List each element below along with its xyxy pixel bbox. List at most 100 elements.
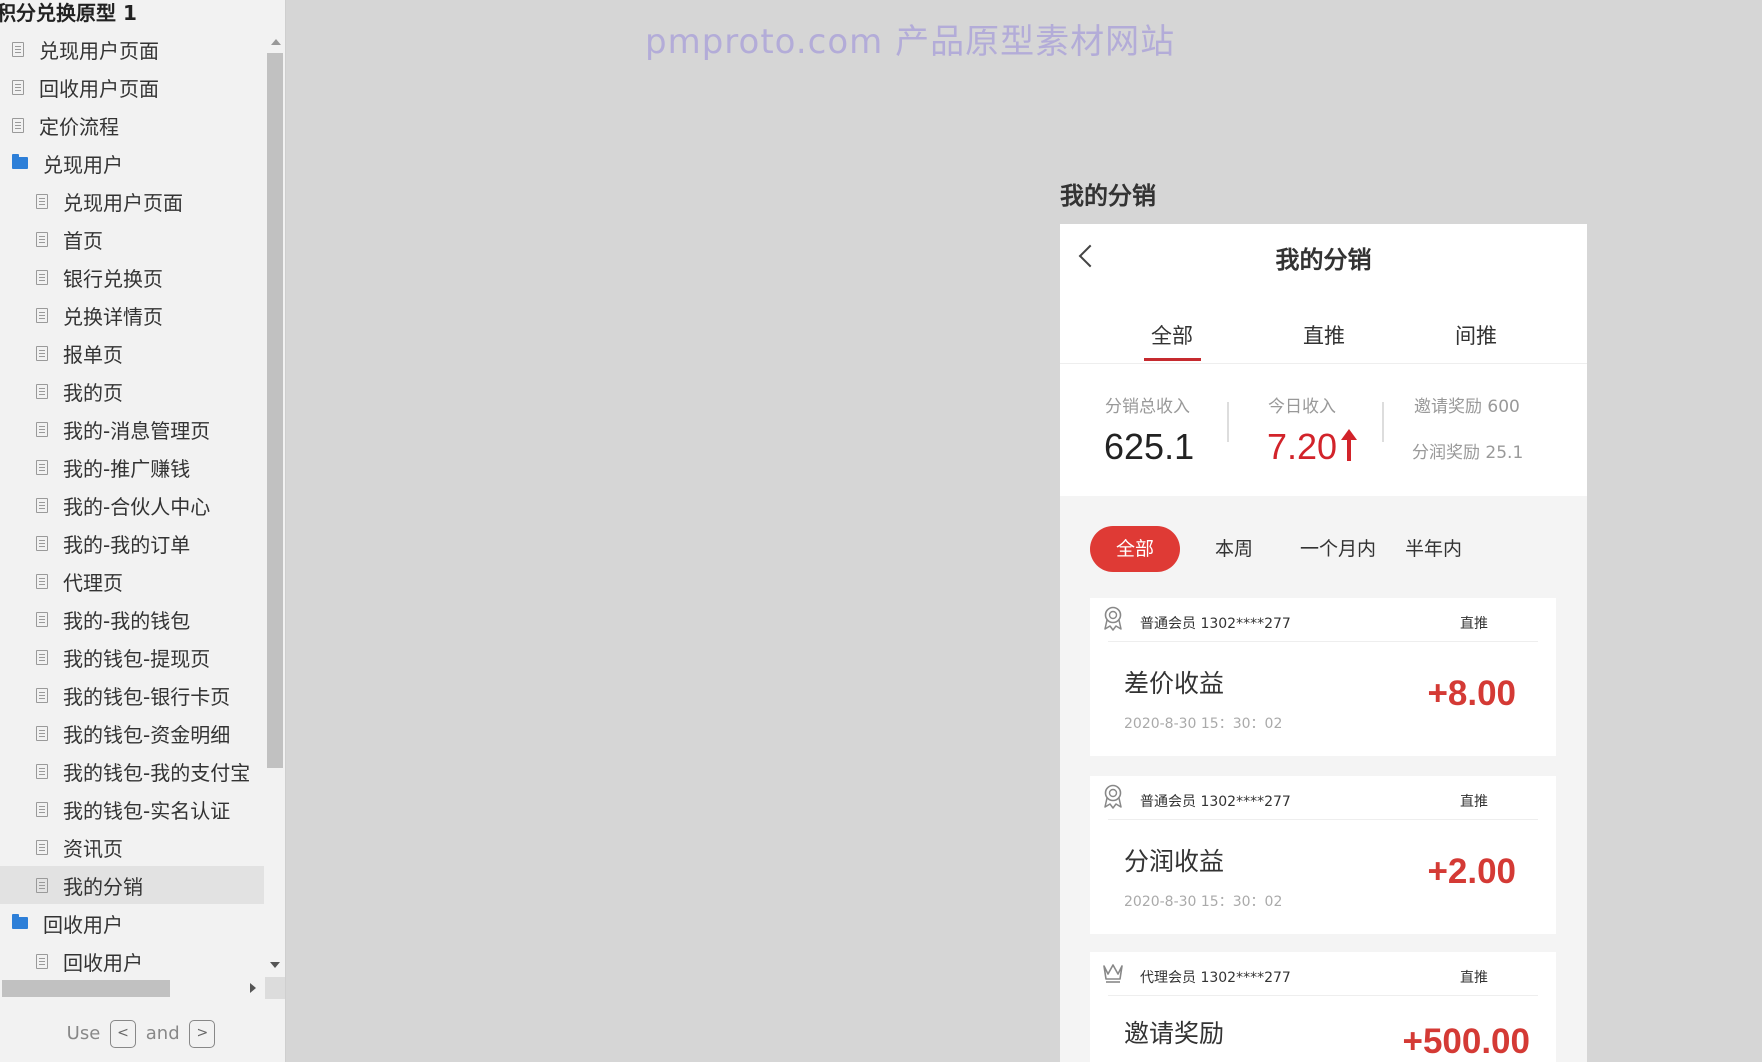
today-income-value: 7.20: [1267, 426, 1338, 467]
tree-item[interactable]: 我的-我的订单: [0, 524, 264, 562]
filter-one-month[interactable]: 一个月内: [1300, 526, 1376, 572]
vertical-scrollbar[interactable]: [265, 33, 285, 973]
scrollbar-thumb[interactable]: [2, 980, 170, 997]
tree-item[interactable]: 我的钱包-提现页: [0, 638, 264, 676]
record-title: 分润收益: [1124, 847, 1225, 876]
tree-item[interactable]: 我的-推广赚钱: [0, 448, 264, 486]
page-icon: [36, 497, 48, 513]
tree-item-label: 资讯页: [63, 836, 123, 861]
tree-folder[interactable]: 兑现用户: [0, 144, 264, 182]
tree-item[interactable]: 回收用户页面: [0, 68, 264, 106]
tab-bar: 全部 直推 间推: [1060, 320, 1587, 364]
tree-item[interactable]: 兑现用户页面: [0, 182, 264, 220]
tab-all[interactable]: 全部: [1151, 320, 1193, 350]
scroll-right-icon[interactable]: [250, 983, 256, 993]
tree-item-label: 我的-我的钱包: [63, 608, 191, 633]
horizontal-scrollbar[interactable]: [0, 977, 285, 999]
medal-icon: [1104, 784, 1122, 809]
crown-icon: [1103, 964, 1123, 983]
tab-indirect[interactable]: 间推: [1455, 320, 1497, 350]
tree-item[interactable]: 资讯页: [0, 828, 264, 866]
record-header: 普通会员 1302****277 直推: [1090, 776, 1556, 820]
filter-all[interactable]: 全部: [1090, 526, 1180, 572]
record-amount: +500.00: [1402, 1022, 1531, 1061]
tree-item[interactable]: 我的钱包-实名认证: [0, 790, 264, 828]
tree-folder[interactable]: 回收用户: [0, 904, 264, 942]
page-icon: [36, 193, 48, 209]
tree-item[interactable]: 我的钱包-资金明细: [0, 714, 264, 752]
tree-item[interactable]: 首页: [0, 220, 264, 258]
today-income: 7.20: [1267, 426, 1358, 468]
page-tree: 兑现用户页面 回收用户页面 定价流程 兑现用户 兑现用户页面 首页 银行兑换页 …: [0, 30, 264, 980]
page-icon: [36, 459, 48, 475]
tree-item-selected[interactable]: 我的分销: [0, 866, 264, 904]
page-icon: [36, 839, 48, 855]
medal-icon: [1104, 606, 1122, 631]
page-icon: [36, 421, 48, 437]
page-icon: [36, 269, 48, 285]
tree-item[interactable]: 代理页: [0, 562, 264, 600]
tree-item-label: 我的钱包-我的支付宝: [63, 760, 251, 785]
tree-item[interactable]: 报单页: [0, 334, 264, 372]
record-card[interactable]: 普通会员 1302****277 直推 差价收益 2020-8-30 15：30…: [1090, 598, 1556, 756]
tree-item[interactable]: 定价流程: [0, 106, 264, 144]
tree-item-label: 报单页: [63, 342, 123, 367]
hint-use: Use: [66, 1023, 101, 1044]
tab-direct[interactable]: 直推: [1303, 320, 1345, 350]
tree-item[interactable]: 我的-合伙人中心: [0, 486, 264, 524]
page-icon: [36, 345, 48, 361]
record-title: 邀请奖励: [1124, 1019, 1225, 1048]
tree-item[interactable]: 我的-消息管理页: [0, 410, 264, 448]
page-icon: [36, 383, 48, 399]
tree-item-label: 定价流程: [39, 114, 119, 139]
tree-item-label: 我的钱包-银行卡页: [63, 684, 231, 709]
tree-item-label: 我的-合伙人中心: [63, 494, 211, 519]
page-icon: [36, 231, 48, 247]
page-icon: [36, 953, 48, 969]
record-amount: +2.00: [1427, 852, 1516, 891]
member-info: 代理会员 1302****277: [1140, 970, 1291, 986]
tree-item-label: 我的-消息管理页: [63, 418, 211, 443]
record-header: 普通会员 1302****277 直推: [1090, 598, 1556, 642]
page-icon: [36, 763, 48, 779]
divider: [1108, 641, 1538, 642]
folder-icon: [12, 154, 28, 169]
record-time: 2020-8-30 15：30：02: [1124, 894, 1283, 910]
total-income-value: 625.1: [1104, 426, 1195, 467]
total-income-label: 分销总收入: [1105, 397, 1190, 417]
phone-mockup: 我的分销 全部 直推 间推 分销总收入 625.1 今日收入 7.20 邀请奖励…: [1060, 224, 1587, 1062]
tree-item[interactable]: 我的钱包-我的支付宝: [0, 752, 264, 790]
record-header: 代理会员 1302****277 直推: [1090, 952, 1556, 996]
record-card[interactable]: 普通会员 1302****277 直推 分润收益 2020-8-30 15：30…: [1090, 776, 1556, 934]
tree-item[interactable]: 我的页: [0, 372, 264, 410]
today-income-label: 今日收入: [1268, 397, 1336, 417]
divider: [1108, 819, 1538, 820]
scroll-up-icon[interactable]: [271, 39, 281, 45]
sidebar: 积分兑换原型 1 兑现用户页面 回收用户页面 定价流程 兑现用户 兑现用户页面 …: [0, 0, 286, 1062]
tree-item[interactable]: 我的-我的钱包: [0, 600, 264, 638]
tree-item[interactable]: 我的钱包-银行卡页: [0, 676, 264, 714]
filter-this-week[interactable]: 本周: [1215, 526, 1253, 572]
tree-item[interactable]: 兑现用户页面: [0, 30, 264, 68]
frame-title: 我的分销: [1060, 182, 1156, 210]
page-title: 我的分销: [1275, 246, 1372, 274]
tree-folder-label: 回收用户: [43, 912, 123, 937]
scrollbar-thumb[interactable]: [267, 53, 283, 768]
page-icon: [36, 687, 48, 703]
tree-item[interactable]: 回收用户: [0, 942, 264, 980]
scroll-down-icon[interactable]: [270, 962, 280, 968]
active-tab-indicator: [1144, 358, 1201, 361]
page-icon: [36, 725, 48, 741]
record-amount: +8.00: [1427, 674, 1516, 713]
tree-folder-label: 兑现用户: [43, 152, 123, 177]
tree-item[interactable]: 银行兑换页: [0, 258, 264, 296]
tree-item-label: 我的-我的订单: [63, 532, 191, 557]
record-card[interactable]: 代理会员 1302****277 直推 邀请奖励 +500.00: [1090, 952, 1556, 1062]
tree-item[interactable]: 兑换详情页: [0, 296, 264, 334]
filter-half-year[interactable]: 半年内: [1405, 526, 1462, 572]
page-icon: [36, 307, 48, 323]
divider: [1227, 402, 1229, 442]
tree-item-label: 代理页: [63, 570, 123, 595]
tree-item-label: 兑现用户页面: [63, 190, 183, 215]
divider: [1108, 995, 1538, 996]
